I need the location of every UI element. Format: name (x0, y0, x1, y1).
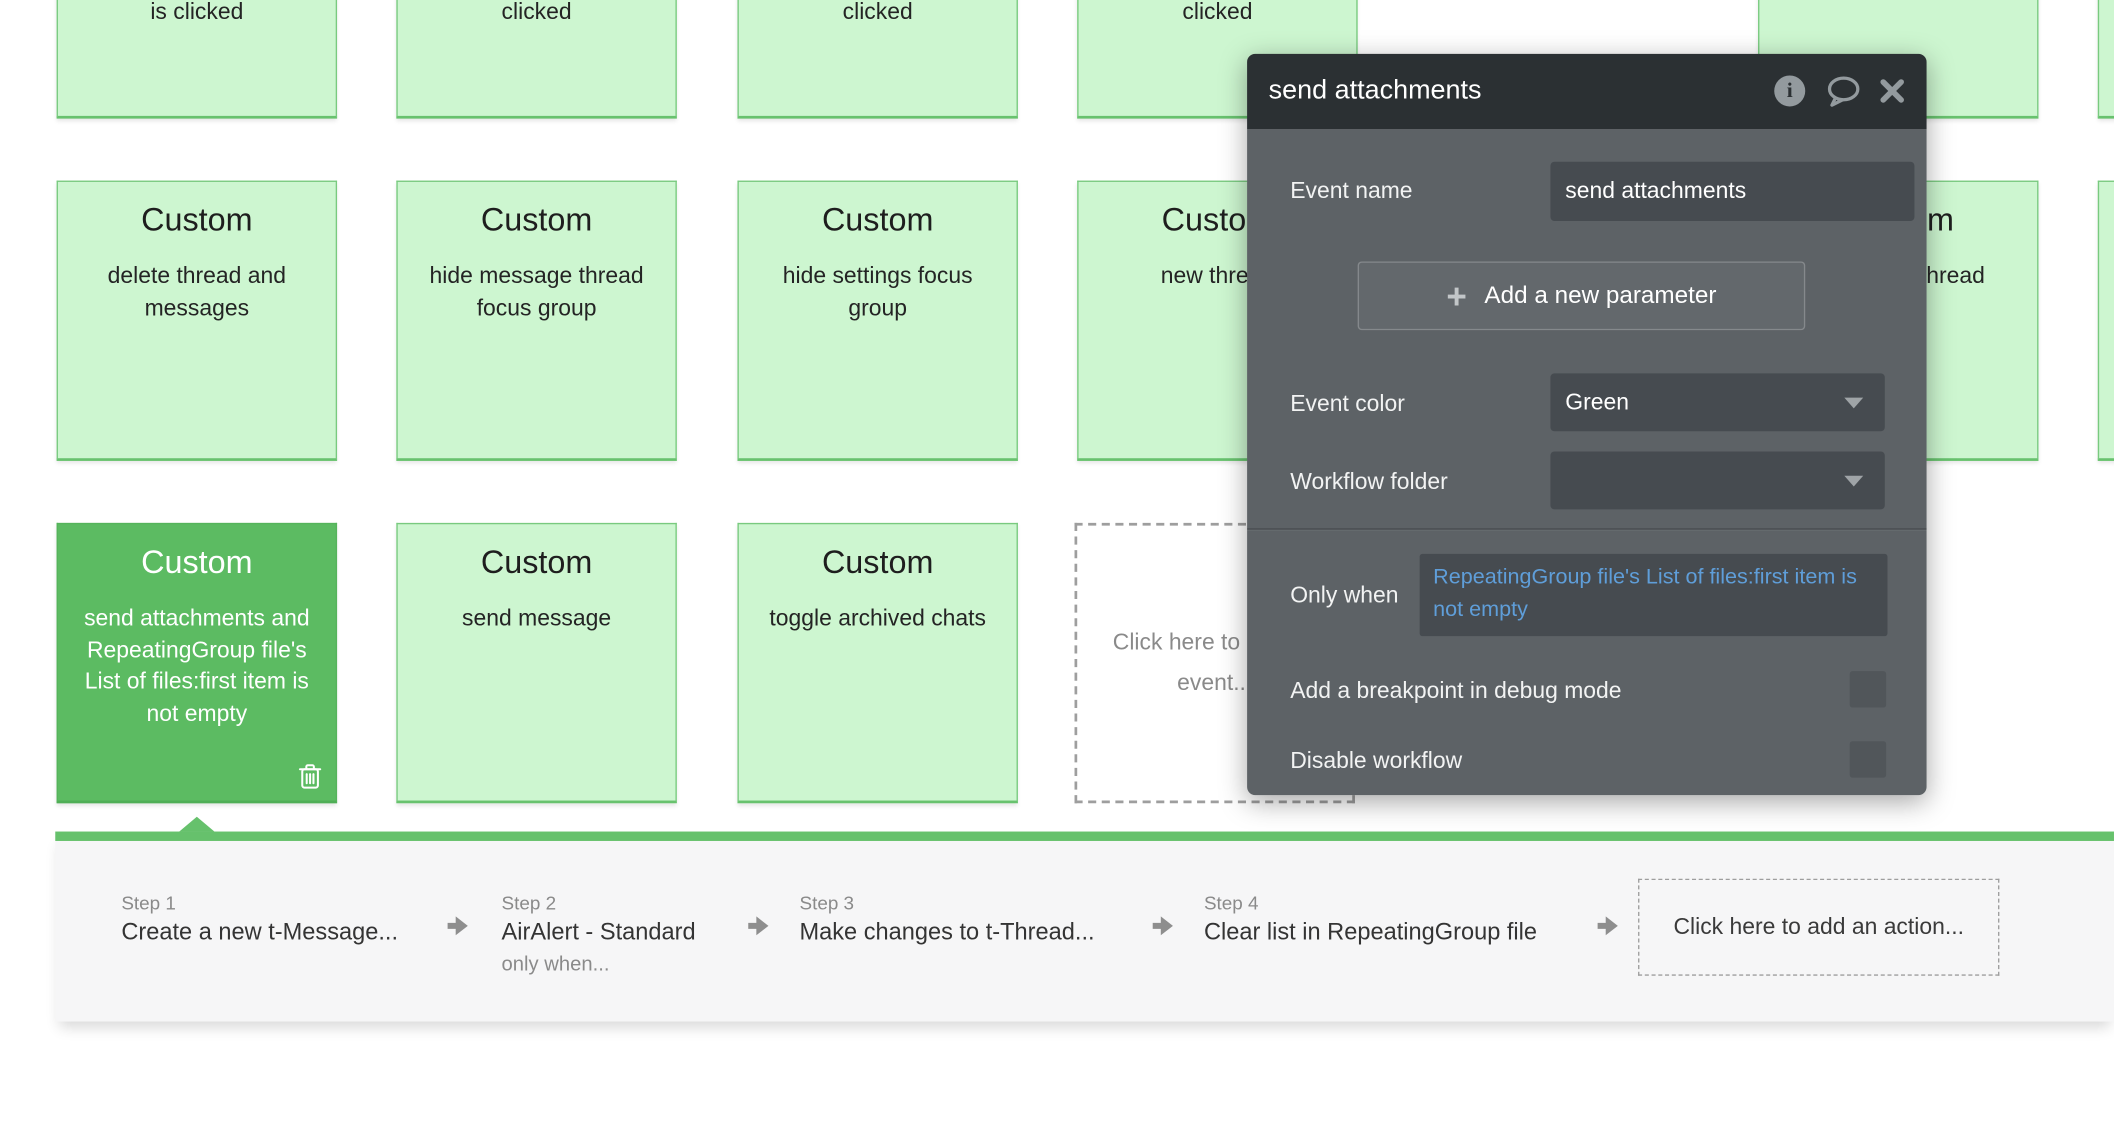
event-color-dropdown[interactable]: Green (1550, 373, 1884, 431)
event-card-selected[interactable]: Custom send attachments and RepeatingGro… (57, 523, 337, 803)
event-card-description: toggle archived chats (739, 602, 1017, 634)
arrow-right-icon (445, 912, 472, 939)
event-name-label: Event name (1290, 177, 1412, 207)
add-action-placeholder[interactable]: Click here to add an action... (1638, 879, 1999, 976)
arrow-right-icon (746, 912, 773, 939)
event-card[interactable]: Custom hide message thread focus group (396, 181, 676, 461)
workflow-canvas: is clicked clicked clicked clicked Custo… (0, 0, 2114, 1124)
event-card-description: send message (398, 602, 676, 634)
chevron-down-icon (1844, 475, 1863, 486)
step-title: AirAlert - Standard (502, 916, 696, 947)
step-label: Step 3 (799, 891, 1094, 915)
add-action-placeholder-label: Click here to add an action... (1673, 914, 1963, 941)
event-card-description: clicked (1079, 0, 1357, 28)
step-label: Step 4 (1204, 891, 1537, 915)
step-1[interactable]: Step 1 Create a new t-Message... (121, 891, 398, 948)
event-card[interactable]: Custom hide settings focus group (737, 181, 1017, 461)
trash-icon[interactable] (298, 763, 322, 790)
event-card[interactable]: Custom delete thread and messages (57, 181, 337, 461)
step-title: Make changes to t-Thread... (799, 916, 1094, 947)
event-card-description: delete thread and messages (58, 260, 336, 323)
plus-icon: + (1446, 278, 1466, 313)
close-icon[interactable] (1879, 79, 1905, 105)
chevron-down-icon (1844, 397, 1863, 408)
only-when-label: Only when (1290, 581, 1398, 611)
disable-workflow-label: Disable workflow (1290, 747, 1462, 777)
event-color-label: Event color (1290, 389, 1405, 419)
event-card[interactable] (2098, 0, 2114, 119)
event-color-value: Green (1565, 389, 1629, 415)
event-card[interactable]: clicked (737, 0, 1017, 119)
add-parameter-button[interactable]: + Add a new parameter (1358, 261, 1806, 330)
step-2[interactable]: Step 2 AirAlert - Standard only when... (502, 891, 696, 979)
step-title: Create a new t-Message... (121, 916, 398, 947)
event-card-description: clicked (398, 0, 676, 28)
only-when-expression-box[interactable]: RepeatingGroup file's List of files:firs… (1420, 554, 1888, 636)
event-card[interactable]: Custom toggle archived chats (737, 523, 1017, 803)
workflow-folder-label: Workflow folder (1290, 468, 1448, 498)
event-card[interactable] (2098, 181, 2114, 461)
step-condition: only when... (502, 950, 696, 978)
arrow-right-icon (1150, 912, 1177, 939)
comment-icon[interactable] (1825, 75, 1861, 107)
event-card-title: Custom (739, 201, 1017, 241)
step-4[interactable]: Step 4 Clear list in RepeatingGroup file (1204, 891, 1537, 948)
panel-divider (1247, 528, 1926, 529)
event-card-description: hide settings focus group (739, 260, 1017, 323)
selected-event-pointer (179, 817, 214, 832)
action-steps-bar: Step 1 Create a new t-Message... Step 2 … (55, 832, 2114, 1022)
event-card-title: Custom (58, 543, 336, 583)
add-parameter-label: Add a new parameter (1484, 282, 1716, 310)
step-3[interactable]: Step 3 Make changes to t-Thread... (799, 891, 1094, 948)
event-card-description: is clicked (58, 0, 336, 28)
event-card-title: Custom (739, 543, 1017, 583)
event-card[interactable]: is clicked (57, 0, 337, 119)
event-card-title: Custom (398, 201, 676, 241)
panel-body: Event name + Add a new parameter Event c… (1247, 129, 1926, 794)
disable-workflow-checkbox[interactable] (1850, 741, 1886, 777)
event-card-title: Custom (58, 201, 336, 241)
event-card-title: Custom (398, 543, 676, 583)
workflow-folder-dropdown[interactable] (1550, 451, 1884, 509)
step-label: Step 2 (502, 891, 696, 915)
event-card-description: clicked (739, 0, 1017, 28)
arrow-right-icon (1595, 912, 1622, 939)
only-when-expression: RepeatingGroup file's List of files:firs… (1433, 562, 1874, 625)
step-label: Step 1 (121, 891, 398, 915)
step-title: Clear list in RepeatingGroup file (1204, 916, 1537, 947)
event-card-description: send attachments and RepeatingGroup file… (58, 602, 336, 729)
info-icon[interactable]: i (1774, 76, 1805, 107)
event-property-panel: send attachments i Event name + Add a ne… (1247, 53, 1926, 794)
panel-title: send attachments (1269, 76, 1775, 107)
event-card[interactable]: Custom send message (396, 523, 676, 803)
panel-header: send attachments i (1247, 53, 1926, 129)
event-name-input[interactable] (1550, 162, 1914, 221)
breakpoint-label: Add a breakpoint in debug mode (1290, 677, 1621, 707)
event-card[interactable]: clicked (396, 0, 676, 119)
event-card-description: hide message thread focus group (398, 260, 676, 323)
breakpoint-checkbox[interactable] (1850, 671, 1886, 707)
